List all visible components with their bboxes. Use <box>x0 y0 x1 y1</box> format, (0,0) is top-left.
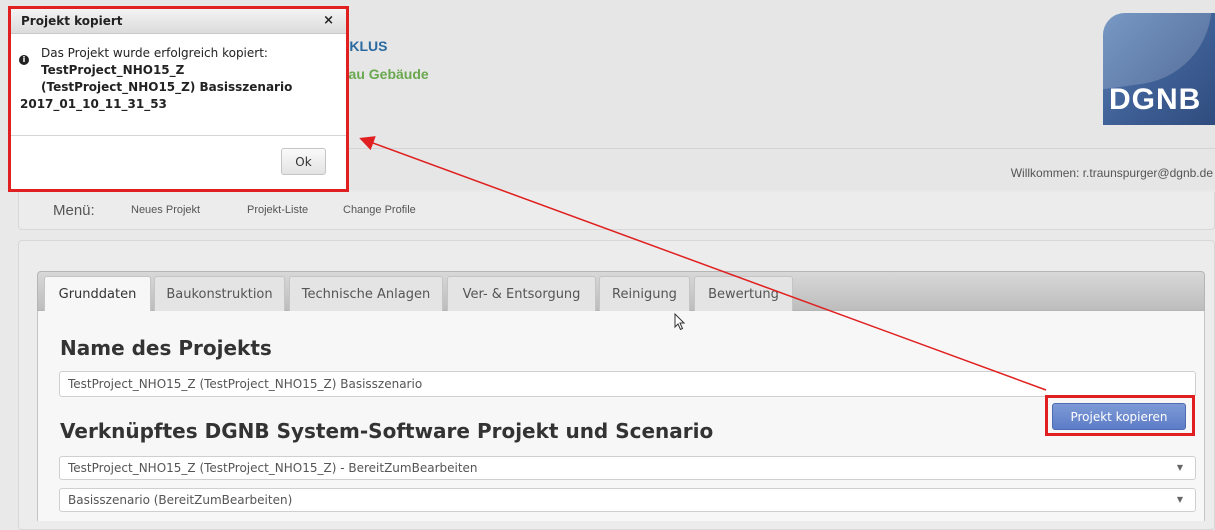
linked-project-value: TestProject_NHO15_Z (TestProject_NHO15_Z… <box>68 461 478 475</box>
dialog-message-line4: 2017_01_10_11_31_53 <box>20 97 167 111</box>
app-title-line2: bau Gebäude <box>340 66 429 82</box>
dialog-title: Projekt kopiert <box>21 14 123 28</box>
welcome-text: Willkommen: r.traunspurger@dgnb.de <box>1010 166 1213 180</box>
dgnb-logo: DGNB <box>1103 13 1215 125</box>
menu-item-change-profile[interactable]: Change Profile <box>343 204 416 216</box>
tab-ver-entsorgung[interactable]: Ver- & Entsorgung <box>447 276 596 311</box>
menu-item-new-project[interactable]: Neues Projekt <box>131 204 200 216</box>
linked-project-select[interactable]: TestProject_NHO15_Z (TestProject_NHO15_Z… <box>59 456 1196 480</box>
linked-project-heading: Verknüpftes DGNB System-Software Projekt… <box>60 419 714 443</box>
tab-bewertung[interactable]: Bewertung <box>694 276 793 311</box>
menu-item-project-list[interactable]: Projekt-Liste <box>247 204 308 216</box>
menu-label: Menü: <box>53 202 95 219</box>
tab-grunddaten[interactable]: Grunddaten <box>44 276 151 312</box>
mouse-cursor-icon <box>674 313 686 331</box>
dialog-message-line2: TestProject_NHO15_Z <box>41 63 185 77</box>
chevron-down-icon: ▼ <box>1176 463 1183 472</box>
dialog-message-line3: (TestProject_NHO15_Z) Basisszenario <box>41 80 293 94</box>
tab-reinigung[interactable]: Reinigung <box>599 276 690 311</box>
copy-project-button[interactable]: Projekt kopieren <box>1052 403 1186 430</box>
ok-button[interactable]: Ok <box>281 148 326 175</box>
menu-bar: Menü: Neues Projekt Projekt-Liste Change… <box>18 192 1215 230</box>
dialog-divider <box>11 135 346 136</box>
tab-baukonstruktion[interactable]: Baukonstruktion <box>154 276 285 311</box>
dialog-titlebar: Projekt kopiert × <box>11 9 346 34</box>
logo-text: DGNB <box>1109 83 1202 116</box>
linked-scenario-value: Basisszenario (BereitZumBearbeiten) <box>68 493 293 507</box>
dialog-message-line1: Das Projekt wurde erfolgreich kopiert: <box>41 46 268 60</box>
close-icon[interactable]: × <box>323 13 334 28</box>
project-name-input[interactable]: TestProject_NHO15_Z (TestProject_NHO15_Z… <box>59 371 1196 397</box>
project-name-heading: Name des Projekts <box>60 336 272 360</box>
linked-scenario-select[interactable]: Basisszenario (BereitZumBearbeiten) ▼ <box>59 488 1196 512</box>
info-icon: i <box>19 55 29 65</box>
tab-technische-anlagen[interactable]: Technische Anlagen <box>289 276 443 311</box>
chevron-down-icon: ▼ <box>1176 495 1183 504</box>
